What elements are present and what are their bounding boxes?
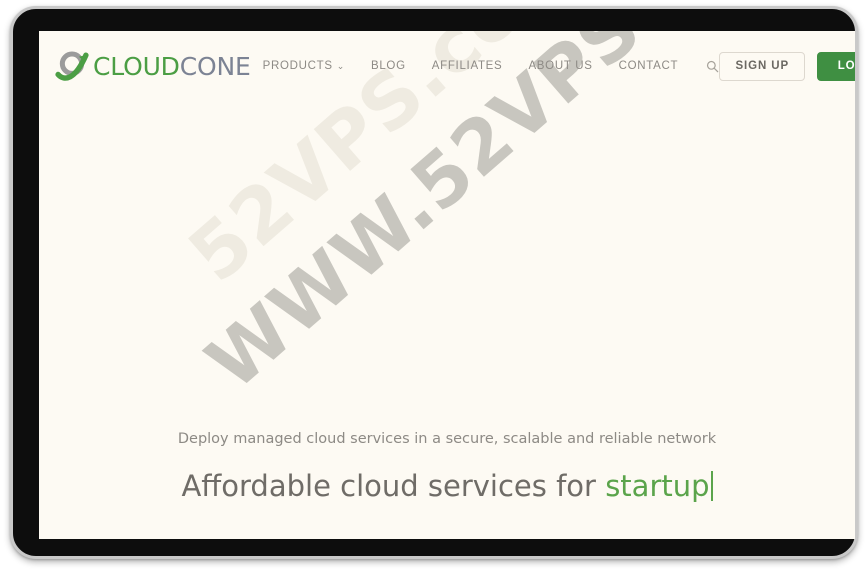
- logo-wordmark: CLOUDCONE: [93, 52, 251, 81]
- logo-word-cloud: CLOUD: [93, 51, 180, 81]
- nav-item-blog[interactable]: BLOG: [371, 60, 406, 72]
- hero-title-accent: startup: [605, 469, 710, 503]
- chevron-down-icon: ⌄: [336, 60, 345, 71]
- nav-item-products-label: PRODUCTS: [262, 60, 333, 72]
- cloudcone-swoosh-logo: [55, 51, 89, 81]
- search-glyph: [707, 60, 719, 72]
- browser-viewport: 52VPS.com WWW.52VPS.COM CLOUDCONE PRODUC…: [39, 31, 855, 539]
- header-actions: SIGN UP LOG IN: [719, 51, 855, 81]
- nav-item-products[interactable]: PRODUCTS ⌄: [263, 60, 345, 72]
- log-in-button[interactable]: LOG IN: [817, 51, 855, 81]
- brand-logo[interactable]: CLOUDCONE: [55, 49, 251, 83]
- hero-title: Affordable cloud services for startup: [39, 469, 855, 503]
- typing-cursor: [710, 471, 713, 501]
- hero-subtitle: Deploy managed cloud services in a secur…: [177, 431, 717, 447]
- search-icon[interactable]: [706, 60, 719, 73]
- hero-section: Deploy managed cloud services in a secur…: [39, 431, 855, 503]
- nav-item-affiliates[interactable]: AFFILIATES: [432, 60, 503, 72]
- site-header: CLOUDCONE PRODUCTS ⌄ BLOG AFFILIATES ABO…: [39, 31, 855, 101]
- nav-item-contact[interactable]: CONTACT: [619, 60, 679, 72]
- main-nav: PRODUCTS ⌄ BLOG AFFILIATES ABOUT US CONT…: [263, 60, 720, 73]
- device-frame: 52VPS.com WWW.52VPS.COM CLOUDCONE PRODUC…: [10, 6, 858, 559]
- sign-up-button[interactable]: SIGN UP: [719, 51, 806, 81]
- nav-item-about-us[interactable]: ABOUT US: [528, 60, 592, 72]
- logo-word-cone: CONE: [179, 51, 251, 81]
- hero-title-static: Affordable cloud services for: [181, 469, 606, 503]
